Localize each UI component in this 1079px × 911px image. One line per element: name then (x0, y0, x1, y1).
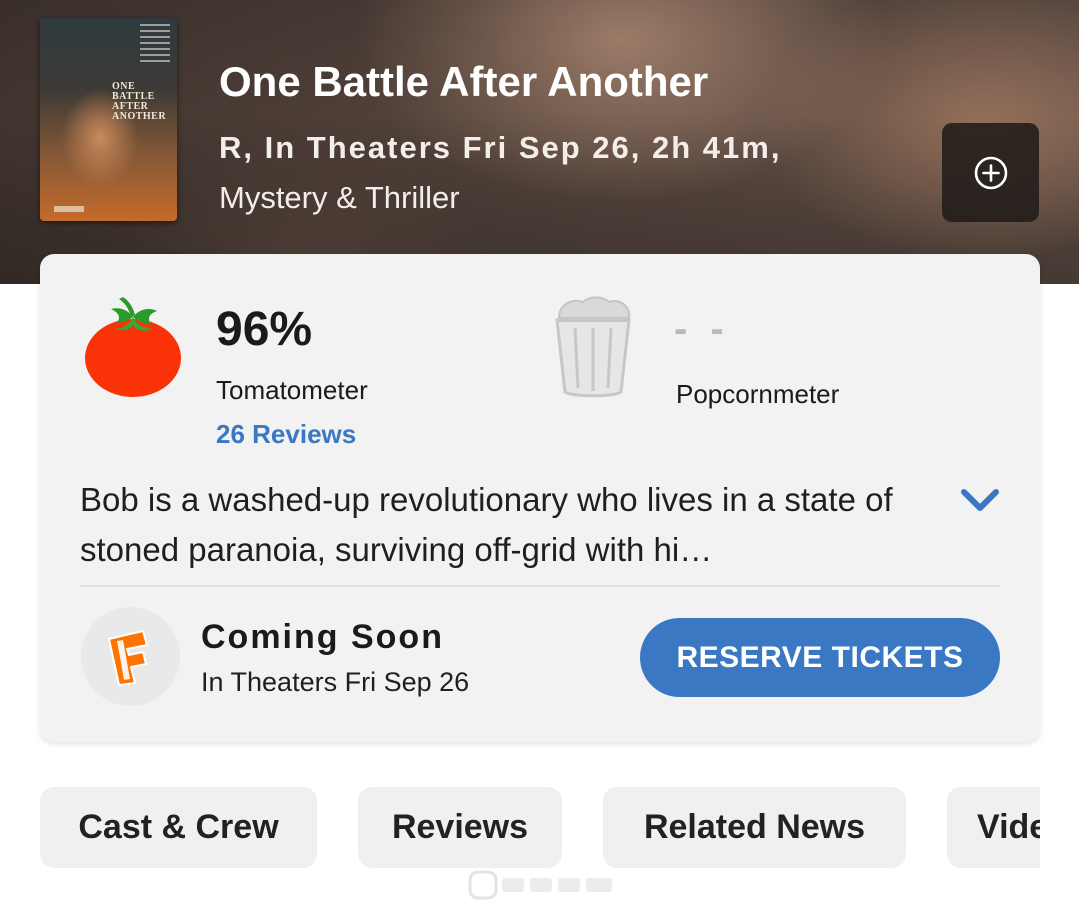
poster-title-text: ONE BATTLE AFTER ANOTHER (112, 81, 167, 122)
fresh-tomato-icon (83, 295, 183, 404)
fandango-logo (81, 607, 180, 706)
tab-reviews[interactable]: Reviews (358, 787, 562, 868)
empty-popcorn-bucket-icon (553, 294, 633, 403)
popcornmeter-score: - - (674, 307, 730, 351)
tab-videos[interactable]: Videos (947, 787, 1040, 868)
tab-cast-crew[interactable]: Cast & Crew (40, 787, 317, 868)
reviews-count-link[interactable]: 26 Reviews (216, 419, 356, 450)
movie-title: One Battle After Another (219, 58, 709, 105)
tomatometer-label: Tomatometer (216, 375, 368, 405)
tomatometer-score: 96% (216, 303, 313, 356)
plus-circle-icon (974, 156, 1007, 189)
reserve-tickets-button[interactable]: RESERVE TICKETS (640, 618, 1000, 697)
add-to-watchlist-button[interactable] (942, 123, 1039, 222)
popcornmeter-label: Popcornmeter (676, 379, 840, 409)
movie-genre: Mystery & Thriller (219, 180, 460, 215)
release-date: In Theaters Fri Sep 26 (201, 667, 470, 697)
score-card: 96% Tomatometer 26 Reviews - - Popcornme… (40, 254, 1040, 742)
movie-synopsis: Bob is a washed-up revolutionary who liv… (80, 481, 893, 568)
movie-hero-banner: ONE BATTLE AFTER ANOTHER One Battle Afte… (0, 0, 1079, 284)
chevron-down-icon (961, 489, 999, 511)
section-divider (80, 585, 1000, 587)
expand-synopsis-button[interactable] (956, 480, 1004, 520)
poster-credits (140, 24, 170, 64)
release-status: Coming Soon (201, 618, 444, 656)
poster-tagline (54, 206, 84, 212)
watermark-mark (468, 870, 612, 900)
movie-poster[interactable]: ONE BATTLE AFTER ANOTHER (40, 18, 177, 221)
tab-related-news[interactable]: Related News (603, 787, 906, 868)
section-tabs: Cast & Crew Reviews Related News Videos (0, 787, 1040, 869)
movie-meta: R, In Theaters Fri Sep 26, 2h 41m, (219, 130, 782, 165)
